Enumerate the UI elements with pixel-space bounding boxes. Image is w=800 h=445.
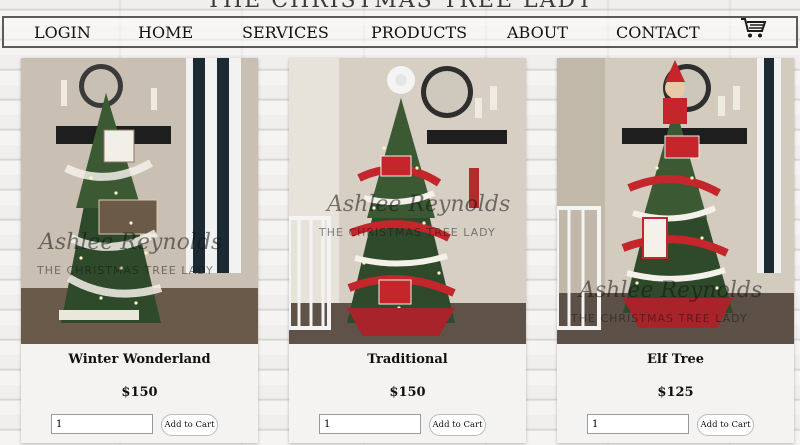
add-to-cart-button[interactable]: Add to Cart xyxy=(161,414,218,436)
shopping-cart-icon[interactable] xyxy=(740,16,768,40)
site-title: THE CHRISTMAS TREE LADY xyxy=(206,0,594,13)
product-name: Traditional xyxy=(367,352,448,367)
product-card: Ashlee Reynolds THE CHRISTMAS TREE LADY … xyxy=(289,58,526,443)
quantity-input[interactable] xyxy=(51,414,153,434)
quantity-input[interactable] xyxy=(587,414,689,434)
nav-about[interactable]: ABOUT xyxy=(507,23,568,42)
add-to-cart-button[interactable]: Add to Cart xyxy=(697,414,754,436)
watermark-signature: Ashlee Reynolds xyxy=(39,230,223,255)
watermark-signature: Ashlee Reynolds xyxy=(327,192,511,217)
product-name: Winter Wonderland xyxy=(68,352,211,367)
quantity-input[interactable] xyxy=(319,414,421,434)
watermark-tagline: THE CHRISTMAS TREE LADY xyxy=(319,226,496,239)
product-photo[interactable]: Ashlee Reynolds THE CHRISTMAS TREE LADY xyxy=(21,58,258,344)
watermark-tagline: THE CHRISTMAS TREE LADY xyxy=(37,264,214,277)
product-price: $150 xyxy=(121,385,158,400)
watermark-signature: Ashlee Reynolds xyxy=(579,278,763,303)
nav-contact[interactable]: CONTACT xyxy=(616,23,700,42)
product-name: Elf Tree xyxy=(646,352,705,367)
product-photo[interactable]: Ashlee Reynolds THE CHRISTMAS TREE LADY xyxy=(289,58,526,344)
nav-products[interactable]: PRODUCTS xyxy=(371,23,467,42)
product-card: Ashlee Reynolds THE CHRISTMAS TREE LADY … xyxy=(557,58,794,443)
nav-home[interactable]: HOME xyxy=(138,23,193,42)
nav-login[interactable]: LOGIN xyxy=(34,23,91,42)
nav-services[interactable]: SERVICES xyxy=(242,23,329,42)
add-to-cart-button[interactable]: Add to Cart xyxy=(429,414,486,436)
product-photo[interactable]: Ashlee Reynolds THE CHRISTMAS TREE LADY xyxy=(557,58,794,344)
product-card: Ashlee Reynolds THE CHRISTMAS TREE LADY … xyxy=(21,58,258,443)
product-price: $125 xyxy=(657,385,694,400)
main-navigation: LOGIN HOME SERVICES PRODUCTS ABOUT CONTA… xyxy=(2,16,798,48)
product-price: $150 xyxy=(389,385,426,400)
watermark-tagline: THE CHRISTMAS TREE LADY xyxy=(571,312,748,325)
